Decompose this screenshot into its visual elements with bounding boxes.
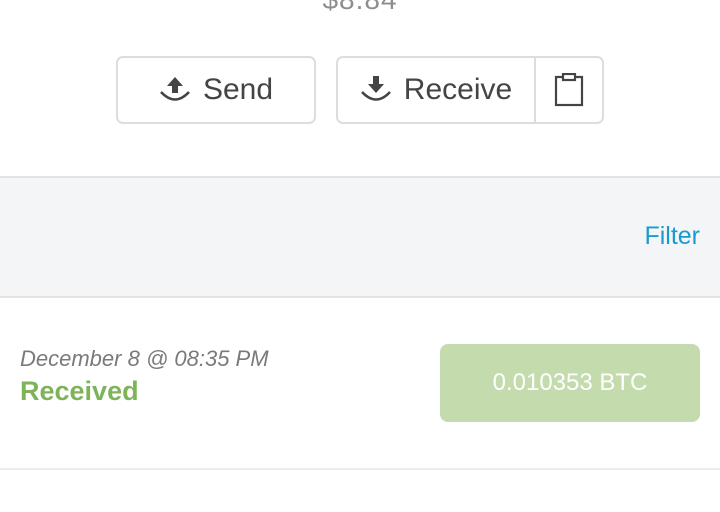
wallet-page: $8.84 Send Receive [0, 0, 720, 512]
filter-bar: Filter [0, 176, 720, 298]
upload-icon [159, 75, 191, 105]
receive-button-group: Receive [336, 56, 604, 124]
send-button[interactable]: Send [116, 56, 316, 124]
transaction-amount-badge[interactable]: 0.010353 BTC [440, 344, 700, 422]
transaction-row[interactable]: December 8 @ 08:35 PM Received 0.010353 … [0, 298, 720, 470]
transaction-date: December 8 @ 08:35 PM [20, 346, 269, 371]
send-label: Send [202, 73, 274, 106]
download-icon [360, 75, 392, 105]
receive-label: Receive [403, 73, 513, 106]
filter-link[interactable]: Filter [644, 222, 700, 251]
copy-address-button[interactable] [536, 58, 602, 122]
transaction-status: Received [20, 376, 139, 406]
receive-button[interactable]: Receive [338, 58, 536, 122]
fiat-balance: $8.84 [0, 0, 720, 16]
clipboard-icon [554, 73, 584, 107]
